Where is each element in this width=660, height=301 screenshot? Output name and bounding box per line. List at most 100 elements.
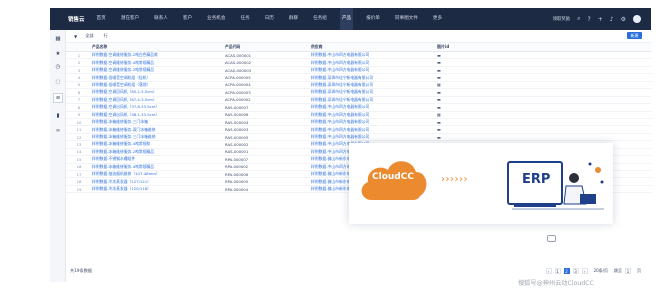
image-thumb-icon[interactable]: ▬ <box>437 75 457 80</box>
product-name-link[interactable]: 样例数据-低噪音空调机组（挂机） <box>92 75 225 81</box>
top-nav: 销售云 首页 潜在客户 联系人 客户 业务机会 任务 日历 群聊 任务组 产品 … <box>50 8 651 30</box>
feedback-icon[interactable] <box>547 235 556 242</box>
table-row[interactable]: 3 样例数据-空调维修服务-2吨常规精品 ACAS-000003 样例数据-中山市四方… <box>66 67 651 75</box>
table-row[interactable]: 9 样例数据-空调出风机（38.1-33.5cm） RAS-000006 样例数据-中… <box>66 112 651 119</box>
product-name-link[interactable]: 样例数据-不锈钢水槽组件 <box>92 156 225 162</box>
image-thumb-icon[interactable]: ▬ <box>437 127 457 132</box>
bell-icon[interactable]: ♪ <box>610 16 614 23</box>
prev-page-button[interactable]: ‹ <box>545 268 552 274</box>
image-thumb-icon[interactable]: ▬ <box>437 68 457 73</box>
image-thumb-icon[interactable]: ▦ <box>437 112 457 117</box>
grid-icon[interactable]: ▦ <box>54 35 62 43</box>
star-icon[interactable]: ★ <box>54 50 62 58</box>
filter-icon[interactable]: ▼ <box>74 34 77 39</box>
product-name-link[interactable]: 样例数据-冰箱维修服务-4吨常规精品 <box>92 164 225 170</box>
page-1-button[interactable]: 1 <box>554 268 561 274</box>
view-select[interactable]: 全部 <box>85 33 93 39</box>
bookmark-icon[interactable]: ▮ <box>54 112 62 120</box>
table-row[interactable]: 12 样例数据-冰箱维修服务-三门冰箱维修 RAS-000005 样例数据-中山市四方… <box>66 134 651 142</box>
table-row[interactable]: 4 样例数据-低噪音空调机组（挂机） ACPA-000005 样例数据-深圳市佳宁新电… <box>66 74 651 82</box>
product-name-link[interactable]: 样例数据-冰箱维修服务-三门冰箱维修 <box>92 134 225 140</box>
supplier-link[interactable]: 样例数据-中山市四方电器有限公司 <box>311 52 437 58</box>
add-icon[interactable]: + <box>598 16 603 23</box>
nav-item-task-groups[interactable]: 任务组 <box>311 8 329 30</box>
product-name-link[interactable]: 样例数据-空调出风机（37.8-33.5cm） <box>92 104 225 110</box>
col-image-id[interactable]: 图片id <box>437 44 457 50</box>
product-name-link[interactable]: 样例数据-空调维修服务-2吨白色精品款 <box>92 52 225 58</box>
image-thumb-icon[interactable]: ▬ <box>437 90 457 95</box>
table-row[interactable]: 1 样例数据-空调维修服务-2吨白色精品款 ACAS-000001 样例数据-中山市四… <box>66 52 651 60</box>
product-name-link[interactable]: 样例数据-冷冻蒸发器（120/118） <box>92 186 225 192</box>
table-row[interactable]: 5 样例数据-低噪音空调机组（落地） ACPA-000004 样例数据-深圳市佳宁新电… <box>66 82 651 90</box>
nav-item-contacts[interactable]: 联系人 <box>152 8 170 30</box>
col-product-code[interactable]: 产品代码 <box>225 44 311 50</box>
nav-item-opportunities[interactable]: 业务机会 <box>205 8 227 30</box>
nav-item-accounts[interactable]: 客户 <box>181 8 194 30</box>
nav-item-leads[interactable]: 潜在客户 <box>119 8 141 30</box>
nav-item-colleague-files[interactable]: 同事圈文件 <box>393 8 420 30</box>
product-name-link[interactable]: 样例数据-空调回风机（87.4-3.5cm） <box>92 97 225 103</box>
goto-input[interactable]: 1 <box>625 268 631 274</box>
product-name-link[interactable]: 样例数据-冰箱维修服务-三门冰箱 <box>92 119 225 125</box>
table-row[interactable]: 8 样例数据-空调出风机（37.8-33.5cm） RAS-000007 样例数据-中… <box>66 104 651 112</box>
nav-item-chat[interactable]: 群聊 <box>287 8 300 30</box>
col-product-name[interactable]: 产品名称 <box>92 44 225 50</box>
reward-link[interactable]: 领取奖励 <box>553 16 571 22</box>
supplier-link[interactable]: 样例数据-深圳市佳宁新电器有限公司 <box>311 97 437 103</box>
product-name-link[interactable]: 样例数据-冰箱维修服务-4吨常规款 <box>92 141 225 147</box>
row-select[interactable]: 行 <box>104 33 108 39</box>
nav-item-products[interactable]: 产品 <box>339 8 354 30</box>
image-thumb-icon[interactable]: ▦ <box>437 82 457 87</box>
supplier-link[interactable]: 样例数据-深圳市佳宁新电器有限公司 <box>311 75 437 81</box>
new-button[interactable]: 新建 <box>627 32 642 39</box>
table-row[interactable]: 2 样例数据-空调维修服务-4吨常规精品 ACAS-000002 样例数据-中山市四方… <box>66 59 651 67</box>
avatar[interactable] <box>633 15 641 23</box>
table-row[interactable]: 7 样例数据-空调回风机（87.4-3.5cm） ACPA-000002 样例数据-深… <box>66 97 651 105</box>
next-page-button[interactable]: › <box>581 268 588 274</box>
product-name-link[interactable]: 样例数据-空调回风机（85.2-3.5cm） <box>92 89 225 95</box>
nav-item-quotes[interactable]: 报价单 <box>364 8 382 30</box>
help-icon[interactable]: ? <box>588 16 591 23</box>
supplier-link[interactable]: 样例数据-中山市四方电器有限公司 <box>311 104 437 110</box>
table-row[interactable]: 11 样例数据-冰箱维修服务-双门冰箱维修 RAS-000003 样例数据-中山市四方… <box>66 126 651 134</box>
product-name-link[interactable]: 样例数据-空调出风机（38.1-33.5cm） <box>92 112 225 118</box>
image-thumb-icon[interactable]: ▬ <box>437 120 457 125</box>
supplier-link[interactable]: 样例数据-中山市四方电器有限公司 <box>311 134 437 140</box>
supplier-link[interactable]: 样例数据-中山市四方电器有限公司 <box>311 119 437 125</box>
table-row[interactable]: 6 样例数据-空调回风机（85.2-3.5cm） ACPA-000003 样例数据-深… <box>66 89 651 97</box>
search-icon[interactable]: ⌕ <box>577 15 580 23</box>
supplier-link[interactable]: 样例数据-中山市四方电器有限公司 <box>311 60 437 66</box>
supplier-link[interactable]: 样例数据-中山市四方电器有限公司 <box>311 112 437 118</box>
image-thumb-icon[interactable]: ▬ <box>437 53 457 58</box>
nav-item-home[interactable]: 首页 <box>95 8 108 30</box>
clock-icon[interactable]: ◷ <box>54 63 62 71</box>
page-2-button[interactable]: 2 <box>563 268 570 274</box>
product-name-link[interactable]: 样例数据-抽油烟机维修（107-48mm） <box>92 171 225 177</box>
nav-item-calendar[interactable]: 日历 <box>263 8 276 30</box>
supplier-link[interactable]: 样例数据-深圳市佳宁新电器有限公司 <box>311 82 437 88</box>
product-name-link[interactable]: 样例数据-低噪音空调机组（落地） <box>92 82 225 88</box>
product-name-link[interactable]: 样例数据-冰箱维修服务-2吨常规精品 <box>92 149 225 155</box>
image-thumb-icon[interactable]: ▬ <box>437 105 457 110</box>
supplier-link[interactable]: 样例数据-中山市四方电器有限公司 <box>311 67 437 73</box>
link-icon[interactable]: ∞ <box>54 127 62 135</box>
nav-item-more[interactable]: 更多 <box>431 8 444 30</box>
nav-item-tasks[interactable]: 任务 <box>239 8 252 30</box>
settings-icon[interactable]: ⚙ <box>621 16 626 23</box>
product-name-link[interactable]: 样例数据-冷冻蒸发器（127/121） <box>92 179 225 185</box>
chat-rail-icon[interactable]: ◌ <box>54 78 62 86</box>
page-3-button[interactable]: 3 <box>572 268 579 274</box>
supplier-link[interactable]: 样例数据-深圳市佳宁新电器有限公司 <box>311 89 437 95</box>
col-supplier[interactable]: 供应商 <box>311 44 437 50</box>
image-thumb-icon[interactable]: ▬ <box>437 97 457 102</box>
product-name-link[interactable]: 样例数据-空调维修服务-4吨常规精品 <box>92 60 225 66</box>
product-code: ACPA-000003 <box>225 89 251 95</box>
table-row[interactable]: 10 样例数据-冰箱维修服务-三门冰箱 RAS-000004 样例数据-中山市四方电器… <box>66 119 651 127</box>
product-name-link[interactable]: 样例数据-冰箱维修服务-双门冰箱维修 <box>92 127 225 133</box>
page-size-select[interactable]: 20条/页 <box>594 268 608 274</box>
list-icon[interactable]: ≡ <box>53 93 63 103</box>
image-thumb-icon[interactable]: ▬ <box>437 60 457 65</box>
supplier-link[interactable]: 样例数据-中山市四方电器有限公司 <box>311 127 437 133</box>
image-thumb-icon[interactable]: ▬ <box>437 135 457 140</box>
product-name-link[interactable]: 样例数据-空调维修服务-2吨常规精品 <box>92 67 225 73</box>
